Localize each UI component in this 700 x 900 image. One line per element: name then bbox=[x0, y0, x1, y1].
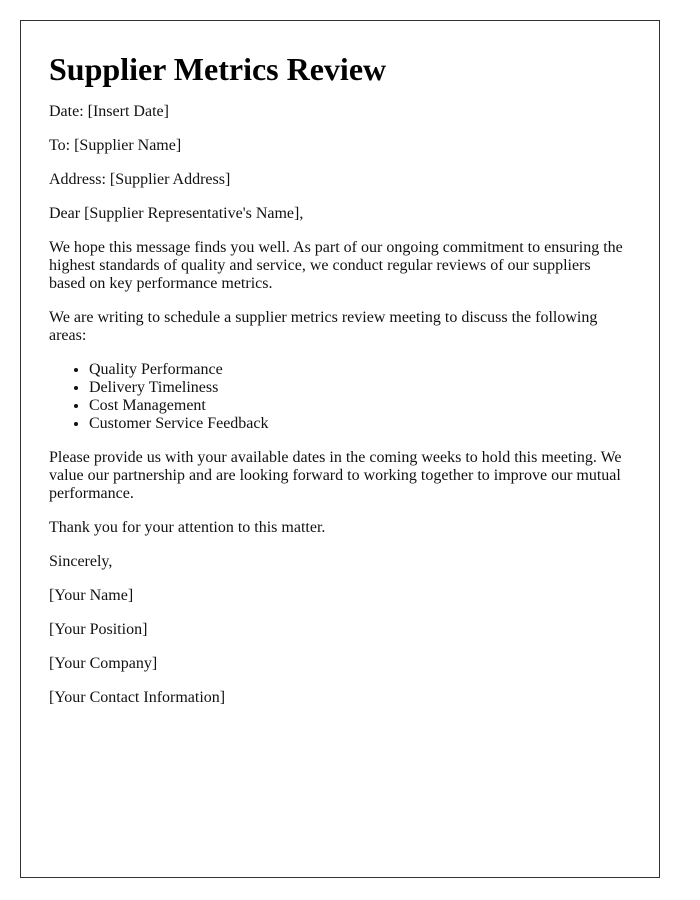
list-item: Customer Service Feedback bbox=[89, 415, 631, 433]
signature-contact: [Your Contact Information] bbox=[49, 689, 226, 706]
review-areas-list: Quality Performance Delivery Timeliness … bbox=[49, 361, 631, 433]
date-line: Date: [Insert Date] bbox=[49, 103, 169, 120]
purpose-paragraph: We are writing to schedule a supplier me… bbox=[49, 309, 598, 344]
signature-name: [Your Name] bbox=[49, 587, 134, 604]
list-item: Quality Performance bbox=[89, 361, 631, 379]
letter-title: Supplier Metrics Review bbox=[49, 51, 387, 87]
letter-container: Supplier Metrics Review Date: [Insert Da… bbox=[20, 20, 660, 878]
intro-paragraph: We hope this message finds you well. As … bbox=[49, 239, 623, 292]
thanks-paragraph: Thank you for your attention to this mat… bbox=[49, 519, 326, 536]
signature-company: [Your Company] bbox=[49, 655, 158, 672]
salutation: Dear [Supplier Representative's Name], bbox=[49, 205, 304, 222]
recipient-line: To: [Supplier Name] bbox=[49, 137, 182, 154]
list-item: Cost Management bbox=[89, 397, 631, 415]
list-item: Delivery Timeliness bbox=[89, 379, 631, 397]
signature-position: [Your Position] bbox=[49, 621, 148, 638]
request-paragraph: Please provide us with your available da… bbox=[49, 449, 622, 502]
address-line: Address: [Supplier Address] bbox=[49, 171, 231, 188]
closing: Sincerely, bbox=[49, 553, 113, 570]
